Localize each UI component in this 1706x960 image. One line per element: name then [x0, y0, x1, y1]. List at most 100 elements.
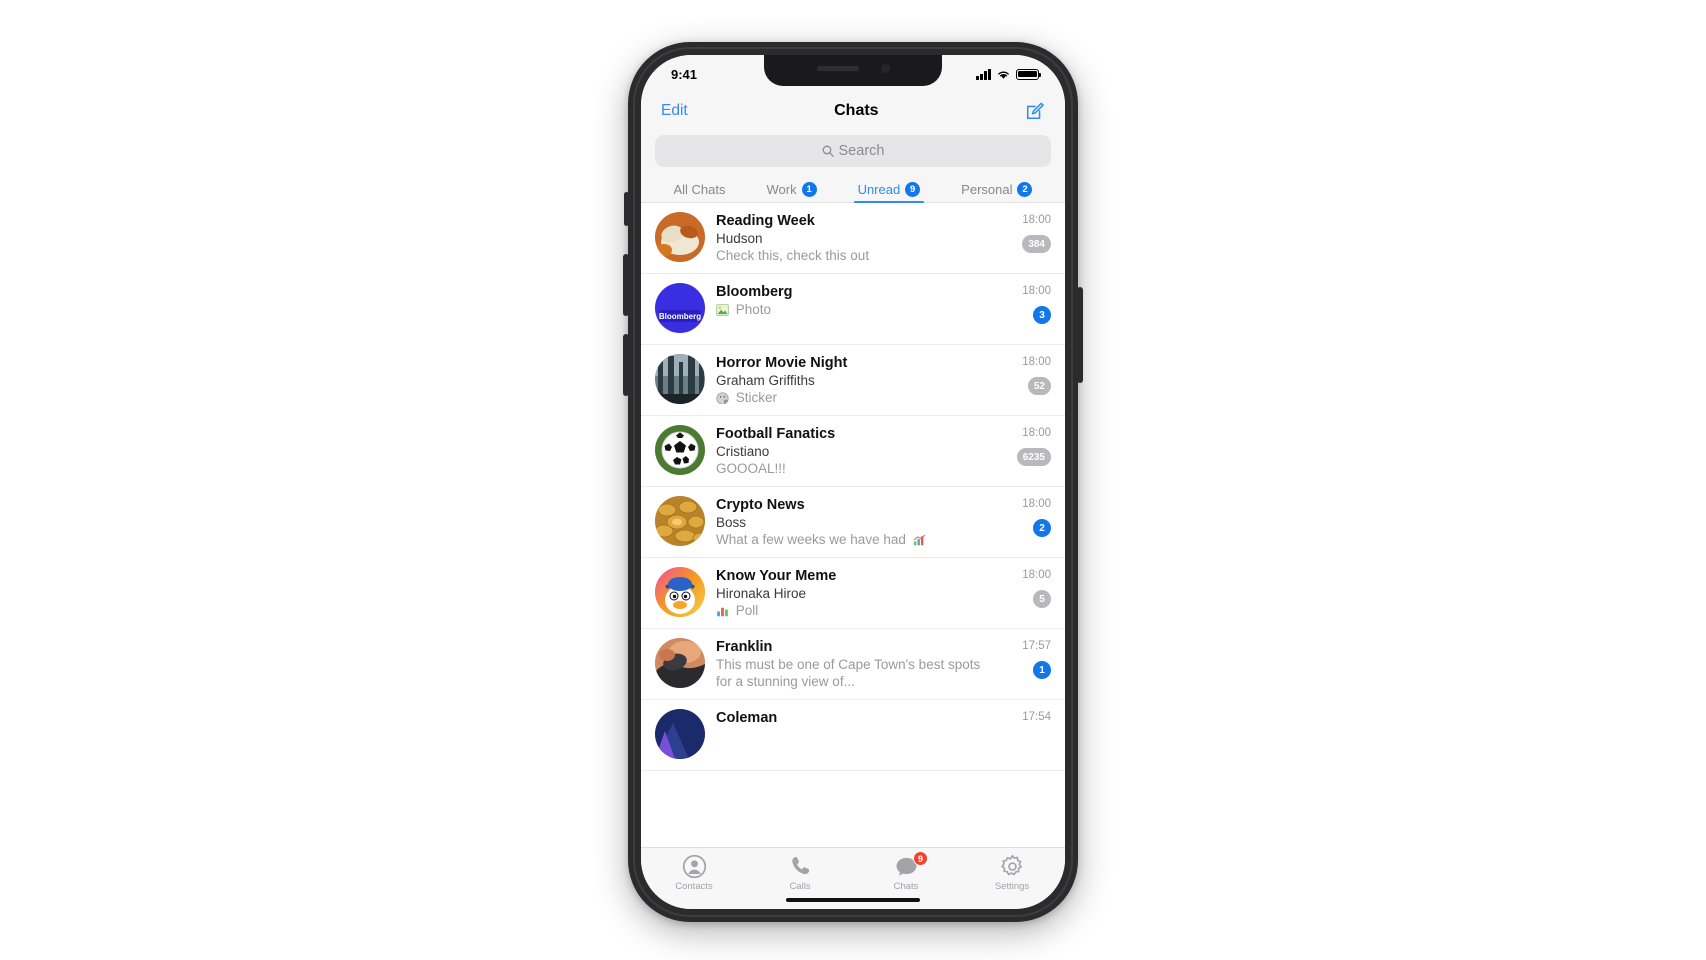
bloomberg-logo-avatar: Bloomberg [655, 283, 705, 333]
chat-list-item[interactable]: Franklin This must be one of Cape Town's… [641, 629, 1065, 700]
earpiece-speaker [816, 66, 859, 71]
chat-message-row: Sticker [716, 389, 994, 406]
chat-list-item[interactable]: Football Fanatics Cristiano GOOOAL!!! 18… [641, 416, 1065, 487]
unread-badge: 3 [1033, 306, 1051, 324]
mute-switch[interactable] [624, 192, 629, 226]
chat-list-item[interactable]: Horror Movie Night Graham Griffiths Stic… [641, 345, 1065, 416]
chat-sender: Hudson [716, 231, 763, 246]
chat-item-meta: 18:00 5 [1005, 567, 1051, 608]
phone-device-frame: 9:41 Edit Chats Search All Chats Work 1 … [623, 42, 1083, 922]
chat-title: Bloomberg [716, 284, 793, 300]
unread-badge: 52 [1027, 377, 1051, 395]
chat-list[interactable]: Reading Week Hudson Check this, check th… [641, 203, 1065, 847]
sticker-icon [716, 392, 729, 404]
chat-item-meta: 18:00 3 [1005, 283, 1051, 324]
edit-button[interactable]: Edit [661, 102, 688, 120]
chat-timestamp: 18:00 [1022, 356, 1051, 368]
chat-list-item[interactable]: Bloomberg Bloomberg Photo 18:00 3 [641, 274, 1065, 345]
filter-tab-unread[interactable]: Unread 9 [853, 182, 924, 203]
compose-icon[interactable] [1025, 101, 1045, 121]
soccer-ball-avatar [655, 425, 705, 475]
chat-item-content: Coleman [716, 709, 994, 727]
chat-item-meta: 18:00 2 [1005, 496, 1051, 537]
home-indicator[interactable] [786, 897, 920, 902]
chat-sender: Cristiano [716, 444, 770, 459]
filter-tab-personal[interactable]: Personal 2 [961, 182, 1033, 202]
search-icon [822, 145, 834, 157]
filter-tabs: All Chats Work 1 Unread 9 Personal 2 [641, 176, 1065, 203]
poll-icon [717, 607, 728, 617]
power-button[interactable] [1077, 287, 1083, 383]
filter-tab-badge: 2 [1017, 182, 1033, 197]
tab-label: Chats [893, 881, 919, 892]
tab-contacts[interactable]: Contacts [658, 854, 730, 892]
chat-item-meta: 17:57 1 [1005, 638, 1051, 679]
chat-title: Crypto News [716, 497, 805, 513]
gear-icon [1000, 854, 1022, 876]
dark-forest-avatar [655, 354, 705, 404]
navy-avatar [655, 709, 705, 759]
chat-title: Reading Week [716, 213, 815, 229]
volume-up-button[interactable] [623, 254, 629, 316]
chat-message: What a few weeks we have had [716, 532, 906, 547]
chat-item-content: Horror Movie Night Graham Griffiths Stic… [716, 354, 994, 406]
chat-item-content: Reading Week Hudson Check this, check th… [716, 212, 994, 264]
chat-item-content: Franklin This must be one of Cape Town's… [716, 638, 994, 690]
unread-badge: 5 [1033, 590, 1051, 608]
filter-tab-label: All Chats [673, 182, 726, 197]
filter-tab-label: Personal [961, 182, 1013, 197]
chat-list-item[interactable]: Reading Week Hudson Check this, check th… [641, 203, 1065, 274]
chat-message-row: Poll [716, 602, 994, 619]
battery-full-icon [1016, 68, 1041, 80]
notch [764, 55, 942, 86]
duck-meme-avatar [655, 567, 705, 617]
chart-increasing-icon [913, 534, 926, 546]
chat-item-content: Football Fanatics Cristiano GOOOAL!!! [716, 425, 994, 477]
filter-tab-badge: 1 [801, 182, 817, 197]
chat-list-item[interactable]: Coleman 17:54 [641, 700, 1065, 771]
chat-item-meta: 18:00 384 [1005, 212, 1051, 253]
filter-tab-badge: 9 [905, 182, 921, 197]
unread-badge: 1 [1033, 661, 1051, 679]
search-placeholder: Search [838, 143, 885, 159]
status-bar-time: 9:41 [671, 66, 698, 82]
chat-sender: Graham Griffiths [716, 373, 815, 388]
chat-message-row: Photo [716, 301, 994, 318]
tab-chats[interactable]: 9 Chats [870, 851, 942, 892]
chat-timestamp: 18:00 [1022, 427, 1051, 439]
navigation-bar: Edit Chats [641, 89, 1065, 133]
search-container: Search [641, 133, 1065, 176]
contacts-icon [682, 854, 706, 879]
filter-tab-label: Work [766, 182, 797, 197]
search-input[interactable]: Search [655, 135, 1051, 167]
photo-icon [716, 304, 729, 316]
chat-timestamp: 18:00 [1022, 214, 1051, 226]
wifi-icon [998, 71, 1009, 79]
phone-screen: 9:41 Edit Chats Search All Chats Work 1 … [641, 55, 1065, 909]
chat-message: Photo [735, 302, 772, 317]
volume-down-button[interactable] [623, 334, 629, 396]
chat-message: Poll [735, 603, 759, 618]
chat-message: This must be one of Cape Town's best spo… [716, 657, 981, 689]
chat-timestamp: 18:00 [1022, 569, 1051, 581]
chat-timestamp: 18:00 [1022, 498, 1051, 510]
unread-badge: 2 [1033, 519, 1051, 537]
chat-list-item[interactable]: Crypto News Boss What a few weeks we hav… [641, 487, 1065, 558]
filter-tab-label: Unread [857, 182, 901, 197]
unread-badge: 384 [1022, 235, 1051, 253]
tab-calls[interactable]: Calls [764, 854, 836, 892]
filter-tab-all-chats[interactable]: All Chats [673, 182, 725, 202]
filter-tab-work[interactable]: Work 1 [766, 182, 817, 202]
food-photo-avatar [655, 212, 705, 262]
status-bar-indicators [976, 68, 1041, 80]
chat-list-item[interactable]: Know Your Meme Hironaka Hiroe Poll 18:00 [641, 558, 1065, 629]
chat-sender: Hironaka Hiroe [716, 586, 807, 601]
chats-tab-badge: 9 [912, 851, 928, 866]
tab-label: Calls [789, 881, 811, 892]
screenshot-stage: 9:41 Edit Chats Search All Chats Work 1 … [0, 0, 1706, 960]
person-photo-avatar [655, 638, 705, 688]
chat-item-content: Bloomberg Photo [716, 283, 994, 318]
chat-title: Franklin [716, 639, 773, 655]
tab-settings[interactable]: Settings [976, 854, 1048, 892]
tab-label: Settings [994, 881, 1030, 892]
